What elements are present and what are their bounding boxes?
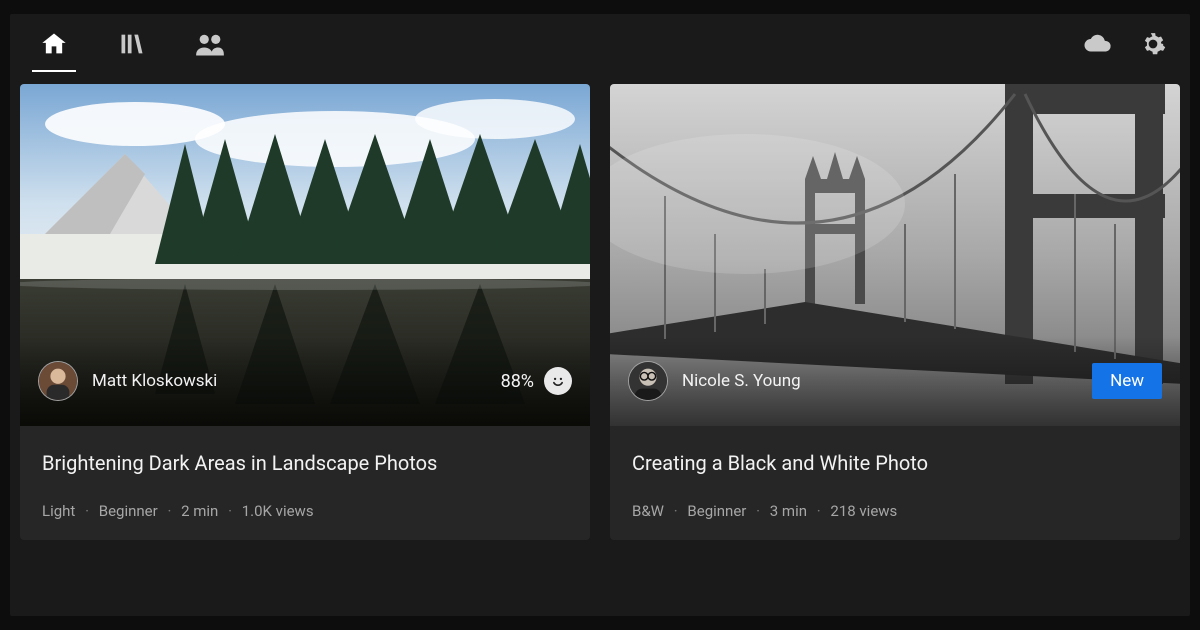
meta-level: Beginner bbox=[99, 502, 158, 520]
nav-left bbox=[34, 14, 1082, 78]
meta-category: B&W bbox=[632, 502, 664, 520]
author-name: Matt Kloskowski bbox=[92, 371, 217, 391]
nav-library[interactable] bbox=[112, 14, 152, 78]
cloud-icon bbox=[1082, 30, 1112, 62]
card-meta: Light · Beginner · 2 min · 1.0K views bbox=[42, 502, 568, 520]
nav-people[interactable] bbox=[190, 14, 230, 78]
thumbnail-overlay: Matt Kloskowski 88% bbox=[20, 336, 590, 426]
new-badge: New bbox=[1092, 363, 1162, 399]
card-row: Matt Kloskowski 88% Brightening Dark Are… bbox=[10, 84, 1190, 540]
rating: 88% bbox=[501, 367, 572, 395]
meta-duration: 3 min bbox=[770, 502, 807, 520]
top-bar bbox=[10, 14, 1190, 78]
meta-level: Beginner bbox=[687, 502, 746, 520]
nav-right bbox=[1082, 14, 1166, 78]
nav-home[interactable] bbox=[34, 14, 74, 78]
card-title: Creating a Black and White Photo bbox=[632, 450, 1158, 476]
card-body: Creating a Black and White Photo B&W · B… bbox=[610, 426, 1180, 540]
home-icon bbox=[40, 30, 68, 62]
gear-icon bbox=[1140, 31, 1166, 61]
thumbnail-overlay: Nicole S. Young New bbox=[610, 336, 1180, 426]
card-meta: B&W · Beginner · 3 min · 218 views bbox=[632, 502, 1158, 520]
tutorial-card[interactable]: Matt Kloskowski 88% Brightening Dark Are… bbox=[20, 84, 590, 540]
meta-category: Light bbox=[42, 502, 75, 520]
meta-duration: 2 min bbox=[181, 502, 218, 520]
card-body: Brightening Dark Areas in Landscape Phot… bbox=[20, 426, 590, 540]
author-avatar bbox=[628, 361, 668, 401]
meta-views: 218 views bbox=[830, 502, 897, 520]
rating-percent: 88% bbox=[501, 371, 534, 392]
nav-settings[interactable] bbox=[1140, 14, 1166, 78]
library-icon bbox=[118, 30, 146, 62]
author-name: Nicole S. Young bbox=[682, 371, 801, 391]
card-thumbnail: Nicole S. Young New bbox=[610, 84, 1180, 426]
app-frame: Matt Kloskowski 88% Brightening Dark Are… bbox=[10, 14, 1190, 616]
card-thumbnail: Matt Kloskowski 88% bbox=[20, 84, 590, 426]
smiley-icon bbox=[544, 367, 572, 395]
author-avatar bbox=[38, 361, 78, 401]
tutorial-card[interactable]: Nicole S. Young New Creating a Black and… bbox=[610, 84, 1180, 540]
meta-views: 1.0K views bbox=[242, 502, 314, 520]
card-title: Brightening Dark Areas in Landscape Phot… bbox=[42, 450, 568, 476]
people-icon bbox=[195, 30, 225, 62]
nav-cloud[interactable] bbox=[1082, 14, 1112, 78]
